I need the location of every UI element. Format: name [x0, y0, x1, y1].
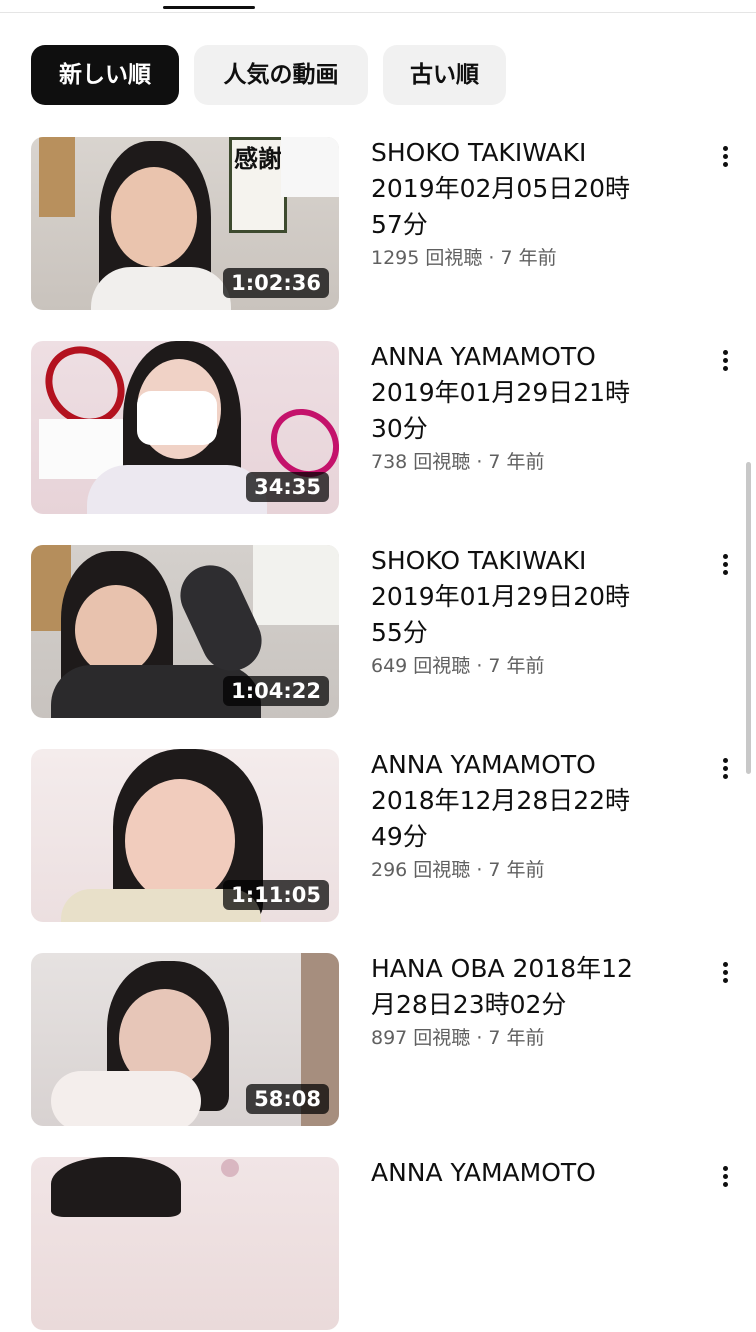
video-item[interactable]: 1:04:22 SHOKO TAKIWAKI 2019年01月29日20時 55…	[31, 545, 731, 720]
video-thumbnail[interactable]: 34:35	[31, 341, 339, 514]
name-sign-image	[39, 137, 75, 217]
duration-badge: 1:11:05	[223, 880, 329, 910]
video-item[interactable]: 感謝 1:02:36 SHOKO TAKIWAKI 2019年02月05日20時…	[31, 137, 731, 312]
video-meta: 1295 回視聴 · 7 年前	[371, 247, 557, 269]
more-options-icon[interactable]	[715, 141, 737, 171]
video-meta: 897 回視聴 · 7 年前	[371, 1027, 545, 1049]
person-face	[111, 167, 197, 267]
video-title[interactable]: ANNA YAMAMOTO 2019年01月29日21時 30分	[371, 339, 681, 447]
video-title[interactable]: ANNA YAMAMOTO 2018年12月28日22時 49分	[371, 747, 681, 855]
video-title[interactable]: SHOKO TAKIWAKI 2019年02月05日20時 57分	[371, 135, 681, 243]
more-options-icon[interactable]	[715, 957, 737, 987]
more-options-icon[interactable]	[715, 345, 737, 375]
video-thumbnail[interactable]: 1:04:22	[31, 545, 339, 718]
more-options-icon[interactable]	[715, 1161, 737, 1191]
video-title[interactable]: SHOKO TAKIWAKI 2019年01月29日20時 55分	[371, 543, 681, 651]
duration-badge: 1:04:22	[223, 676, 329, 706]
top-tab-bar	[0, 0, 756, 13]
video-item[interactable]: 1:11:05 ANNA YAMAMOTO 2018年12月28日22時 49分…	[31, 749, 731, 924]
video-item[interactable]: 58:08 HANA OBA 2018年12 月28日23時02分 897 回視…	[31, 953, 731, 1128]
face-mask	[137, 391, 217, 445]
video-meta: 738 回視聴 · 7 年前	[371, 451, 545, 473]
scrollbar[interactable]	[746, 462, 751, 774]
video-meta: 296 回視聴 · 7 年前	[371, 859, 545, 881]
wall-poster	[253, 545, 339, 625]
video-item[interactable]: 34:35 ANNA YAMAMOTO 2019年01月29日21時 30分 7…	[31, 341, 731, 516]
person-face	[125, 779, 235, 903]
person-face	[75, 585, 157, 675]
chip-newest[interactable]: 新しい順	[31, 45, 179, 105]
person-hair	[51, 1157, 181, 1217]
video-thumbnail[interactable]: 58:08	[31, 953, 339, 1126]
video-thumbnail[interactable]: 感謝 1:02:36	[31, 137, 339, 310]
more-options-icon[interactable]	[715, 753, 737, 783]
video-meta: 649 回視聴 · 7 年前	[371, 655, 545, 677]
video-title[interactable]: HANA OBA 2018年12 月28日23時02分	[371, 951, 681, 1023]
duration-badge: 58:08	[246, 1084, 329, 1114]
person-shirt	[87, 465, 267, 514]
wall-paper-notes	[281, 137, 339, 197]
person-shirt	[91, 267, 231, 310]
fluffy-jacket	[51, 1071, 201, 1126]
chip-oldest[interactable]: 古い順	[383, 45, 506, 105]
video-thumbnail[interactable]	[31, 1157, 339, 1330]
kansha-poster: 感謝	[229, 137, 287, 233]
video-title[interactable]: ANNA YAMAMOTO	[371, 1155, 681, 1191]
video-item[interactable]: ANNA YAMAMOTO	[31, 1157, 731, 1332]
video-thumbnail[interactable]: 1:11:05	[31, 749, 339, 922]
ornament	[221, 1159, 239, 1177]
more-options-icon[interactable]	[715, 549, 737, 579]
duration-badge: 34:35	[246, 472, 329, 502]
duration-badge: 1:02:36	[223, 268, 329, 298]
active-tab-indicator	[163, 6, 255, 9]
chip-popular[interactable]: 人気の動画	[194, 45, 368, 105]
